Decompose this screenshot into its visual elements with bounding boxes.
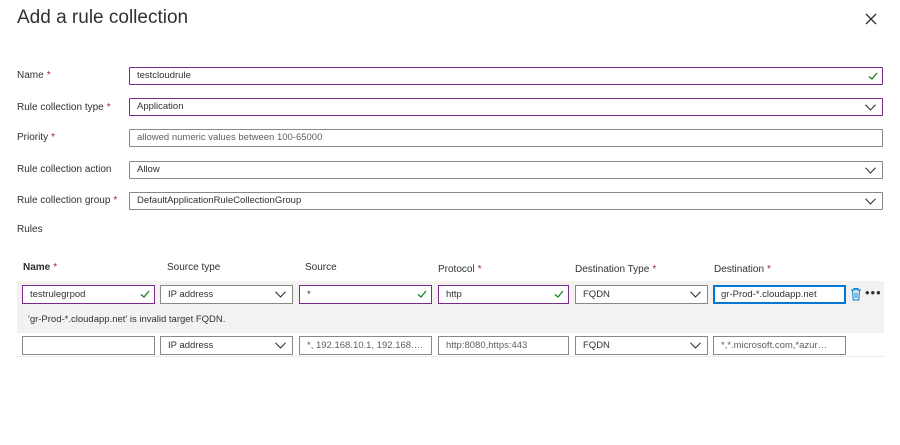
rules-label: Rules [17, 224, 43, 235]
col-dest-type-header: Destination Type * [575, 264, 657, 275]
new-rule-destination-input[interactable]: *,*.microsoft.com,*azur… [713, 336, 846, 355]
chevron-down-icon [690, 342, 701, 349]
group-label: Rule collection group * [17, 195, 118, 206]
col-source-header: Source [305, 262, 337, 273]
new-rule-dest-type-select[interactable]: FQDN [575, 336, 708, 355]
check-icon [868, 72, 878, 80]
new-rule-source-type-select[interactable]: IP address [160, 336, 293, 355]
new-rule-protocol-input[interactable]: http:8080,https:443 [438, 336, 569, 355]
rule-collection-group-select[interactable]: DefaultApplicationRuleCollectionGroup [129, 192, 883, 210]
col-protocol-header: Protocol * [438, 264, 482, 275]
rule-destination-input[interactable]: gr-Prod-*.cloudapp.net [713, 285, 846, 304]
check-icon [417, 290, 427, 298]
col-source-type-header: Source type [167, 262, 221, 273]
priority-input[interactable]: allowed numeric values between 100-65000 [129, 129, 883, 147]
check-icon [140, 290, 150, 298]
chevron-down-icon [275, 342, 286, 349]
destination-error-message: 'gr-Prod-*.cloudapp.net' is invalid targ… [28, 314, 226, 325]
row-divider [17, 356, 884, 357]
chevron-down-icon [275, 291, 286, 298]
rule-dest-type-select[interactable]: FQDN [575, 285, 708, 304]
rule-source-type-select[interactable]: IP address [160, 285, 293, 304]
rule-collection-type-select[interactable]: Application [129, 98, 883, 116]
rule-collection-action-select[interactable]: Allow [129, 161, 883, 179]
col-name-header: Name * [23, 262, 58, 273]
close-icon[interactable] [862, 10, 880, 28]
trash-icon[interactable] [850, 287, 862, 301]
new-rule-source-input[interactable]: *, 192.168.10.1, 192.168.… [299, 336, 432, 355]
chevron-down-icon [865, 167, 876, 174]
priority-label: Priority * [17, 132, 56, 143]
panel-title: Add a rule collection [17, 7, 189, 28]
name-input[interactable]: testcloudrule [129, 67, 883, 85]
rule-name-input[interactable]: testrulegrpod [22, 285, 155, 304]
check-icon [554, 290, 564, 298]
col-destination-header: Destination * [714, 264, 771, 275]
type-label: Rule collection type * [17, 102, 111, 113]
name-label: Name * [17, 70, 51, 81]
chevron-down-icon [690, 291, 701, 298]
new-rule-name-input[interactable] [22, 336, 155, 355]
action-label: Rule collection action [17, 164, 112, 175]
rule-source-input[interactable]: * [299, 285, 432, 304]
rule-protocol-input[interactable]: http [438, 285, 569, 304]
chevron-down-icon [865, 198, 876, 205]
chevron-down-icon [865, 104, 876, 111]
more-options-icon[interactable]: ••• [865, 286, 882, 300]
